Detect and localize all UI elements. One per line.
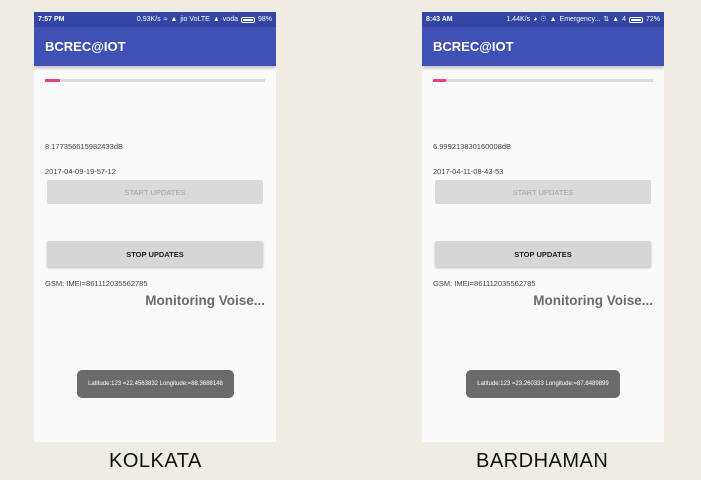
status-bar: 8:43 AM 1.44K/s ◕ ☉ ▲ Emergency... ⇅ ▲ 4…	[422, 12, 664, 27]
signal-icon: ▲	[612, 16, 620, 23]
location-toast: Latitude:123 =22.4563832 Longitude:=88.3…	[77, 370, 234, 398]
stop-updates-button[interactable]: STOP UPDATES	[435, 241, 651, 267]
db-reading: 8.177356615982433dB	[45, 142, 123, 151]
app-bar: BCREC@IOT	[422, 27, 664, 66]
battery-level: 72%	[645, 16, 660, 23]
signal-icon: ▲	[212, 16, 220, 23]
phone-screen-bardhaman: 8:43 AM 1.44K/s ◕ ☉ ▲ Emergency... ⇅ ▲ 4…	[422, 12, 664, 442]
caption-kolkata: KOLKATA	[109, 450, 202, 472]
monitoring-status: Monitoring Voise...	[145, 293, 265, 308]
wifi-icon: ≈	[163, 16, 168, 23]
signal-icon: ▲	[549, 16, 557, 23]
start-updates-button[interactable]: START UPDATES	[435, 180, 651, 204]
progress-bar	[433, 79, 653, 82]
timestamp: 2017-04-11-08-43-53	[433, 167, 504, 176]
battery-level: 98%	[257, 16, 272, 23]
data-transfer-icon: ⇅	[603, 16, 610, 23]
carrier-1: jio VoLTE	[180, 16, 210, 23]
carrier-2: 4	[622, 16, 626, 23]
battery-icon	[240, 16, 255, 23]
app-title: BCREC@IOT	[433, 39, 514, 54]
location-toast: Latitude:123 =23.260333 Longitude:=87.84…	[466, 370, 620, 398]
network-speed: 0.93K/s	[136, 16, 161, 23]
battery-icon	[628, 16, 643, 23]
progress-fill	[433, 79, 447, 82]
status-bar: 7:57 PM 0.93K/s ≈ ▲ jio VoLTE ▲ voda 98%	[34, 12, 276, 27]
progress-bar	[45, 79, 265, 82]
signal-icon: ▲	[170, 16, 178, 23]
carrier-2: voda	[222, 16, 238, 23]
monitoring-status: Monitoring Voise...	[533, 293, 653, 308]
stop-updates-button[interactable]: STOP UPDATES	[47, 241, 263, 267]
carrier-1: Emergency...	[559, 16, 601, 23]
status-icons: 1.44K/s ◕ ☉ ▲ Emergency... ⇅ ▲ 4 72%	[506, 16, 660, 23]
headphone-icon: ◕	[533, 16, 538, 23]
start-updates-button[interactable]: START UPDATES	[47, 180, 263, 204]
caption-bardhaman: BARDHAMAN	[476, 450, 609, 472]
status-icons: 0.93K/s ≈ ▲ jio VoLTE ▲ voda 98%	[137, 16, 272, 23]
app-title: BCREC@IOT	[45, 39, 126, 54]
network-speed: 1.44K/s	[506, 16, 531, 23]
status-time: 7:57 PM	[38, 16, 65, 23]
imei-text: GSM: IMEI=861112035562785	[45, 279, 148, 288]
progress-fill	[45, 79, 61, 82]
alarm-icon: ☉	[540, 16, 547, 23]
timestamp: 2017-04-09-19-57-12	[45, 167, 116, 176]
imei-text: GSM: IMEI=861112035562785	[433, 279, 536, 288]
app-bar: BCREC@IOT	[34, 27, 276, 66]
status-time: 8:43 AM	[426, 16, 453, 23]
phone-screen-kolkata: 7:57 PM 0.93K/s ≈ ▲ jio VoLTE ▲ voda 98%…	[34, 12, 276, 442]
db-reading: 6.999213830160008dB	[433, 142, 511, 151]
